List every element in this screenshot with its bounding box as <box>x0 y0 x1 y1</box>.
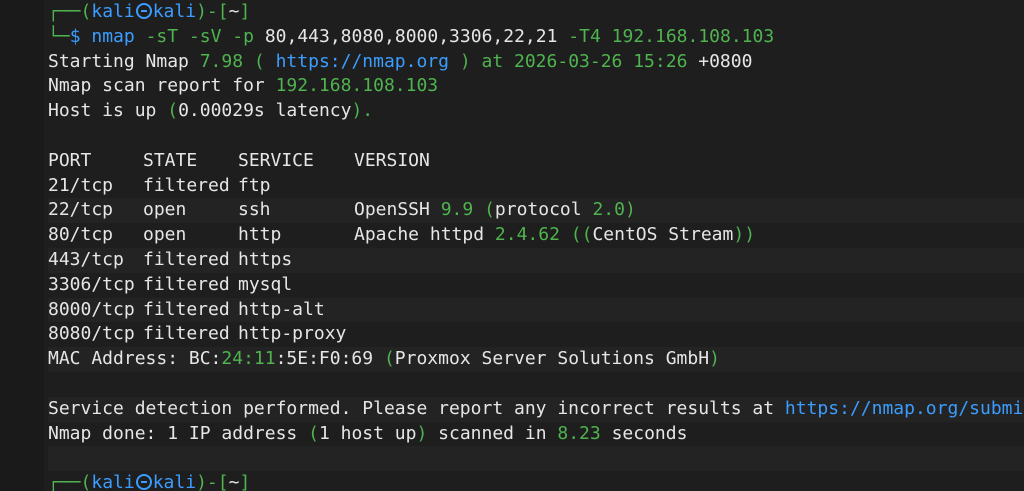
terminal-gutter <box>0 0 44 491</box>
kali-skull-icon <box>135 474 152 491</box>
table-row: 80/tcp open http Apache httpd 2.4.62 ((Cent… <box>48 223 1024 248</box>
service-cell: https <box>238 248 293 270</box>
command-arg: -sV <box>188 25 222 47</box>
table-row: 3306/tcp filtered mysql <box>48 273 1024 298</box>
port-cell: 8000/tcp <box>48 298 135 320</box>
nmap-version: 7.98 <box>199 50 244 72</box>
prompt-separator: )-[ <box>196 1 229 22</box>
header-version: VERSION <box>354 149 430 171</box>
prompt-host: kali <box>152 472 197 491</box>
state-cell: filtered <box>143 273 230 295</box>
version-cell: OpenSSH 9.9 (protocol 2.0) <box>354 199 636 221</box>
header-service: SERVICE <box>238 149 314 171</box>
kali-skull-icon <box>135 3 152 19</box>
output-starting-line: Starting Nmap 7.98 ( https://nmap.org ) … <box>48 50 753 72</box>
version-cell: Apache httpd 2.4.62 ((CentOS Stream)) <box>354 224 756 246</box>
state-cell: filtered <box>143 248 230 270</box>
scan-done-line: Nmap done: 1 IP address (1 host up) scan… <box>48 422 688 444</box>
header-state: STATE <box>143 149 198 171</box>
prompt-lead: └─ <box>48 25 70 47</box>
command-line[interactable]: └─$ nmap -sT -sV -p 80,443,8080,8000,330… <box>48 25 1024 50</box>
prompt-line-top: ┌──(kali kali)-[~] <box>48 0 1024 25</box>
terminal-window[interactable]: ┌──(kali kali)-[~] └─$ nmap -sT -sV -p 80… <box>0 0 1024 491</box>
table-row: 443/tcp filtered https <box>48 247 1024 273</box>
port-cell: 21/tcp <box>48 174 114 196</box>
table-row: 8000/tcp filtered http-alt <box>48 297 1024 323</box>
prompt-user: kali <box>91 472 135 491</box>
mac-vendor: Proxmox Server Solutions GmbH <box>394 348 710 370</box>
prompt-bracket-end: ] <box>239 1 251 22</box>
blank-line <box>48 446 1024 472</box>
service-cell: http-proxy <box>238 323 347 345</box>
prompt-directory: ~ <box>228 1 240 22</box>
prompt-dollar: $ <box>69 25 81 47</box>
service-cell: ftp <box>238 174 271 196</box>
nmap-url-link[interactable]: https://nmap.org <box>276 51 449 72</box>
command-arg: 80,443,8080,8000,3306,22,21 <box>264 25 558 47</box>
nmap-submit-link[interactable]: https://nmap.org/submit/ <box>785 398 1024 419</box>
prompt-corner: ┌──( <box>48 472 92 491</box>
command-arg: -sT <box>145 25 179 47</box>
command-arg: 192.168.108.103 <box>611 25 775 47</box>
mac-address-line: MAC Address: BC:24:11:5E:F0:69 (Proxmox … <box>48 347 1024 372</box>
latency-value: 0.00029s latency <box>178 100 352 122</box>
prompt-corner: ┌──( <box>48 1 92 22</box>
terminal-output: ┌──(kali kali)-[~] └─$ nmap -sT -sV -p 80… <box>48 0 1024 491</box>
table-row: 8080/tcp filtered http-proxy <box>48 322 1024 347</box>
service-cell: ssh <box>238 199 271 221</box>
service-cell: mysql <box>238 273 293 295</box>
prompt-separator: )-[ <box>196 472 229 491</box>
service-detection-line: Service detection performed. Please repo… <box>48 396 1024 422</box>
prompt-directory: ~ <box>228 472 240 491</box>
port-cell: 22/tcp <box>48 199 114 221</box>
state-cell: filtered <box>143 298 230 320</box>
prompt-bracket-end: ] <box>239 472 251 491</box>
port-cell: 80/tcp <box>48 224 114 246</box>
service-cell: http-alt <box>238 298 325 320</box>
command-arg: -p <box>232 25 254 47</box>
output-hostup-line: Host is up (0.00029s latency). <box>48 100 374 122</box>
table-row: 21/tcp filtered ftp <box>48 174 1024 199</box>
service-cell: http <box>238 224 282 246</box>
port-cell: 3306/tcp <box>48 273 135 295</box>
port-table-header: PORT STATE SERVICE VERSION <box>48 149 1024 174</box>
prompt-host: kali <box>152 1 197 22</box>
header-port: PORT <box>48 149 92 171</box>
scan-time: 15:26 <box>633 50 688 72</box>
port-cell: 8080/tcp <box>48 323 135 345</box>
target-ip: 192.168.108.103 <box>275 75 439 97</box>
output-report-line: Nmap scan report for 192.168.108.103 <box>48 75 439 97</box>
prompt-line-top-2: ┌──(kali kali)-[~] <box>48 471 1024 491</box>
state-cell: filtered <box>143 174 230 196</box>
table-row: 22/tcp open ssh OpenSSH 9.9 (protocol 2.0) <box>48 198 1024 224</box>
state-cell: open <box>143 224 187 246</box>
state-cell: filtered <box>143 323 230 345</box>
scan-duration: 8.23 <box>557 422 601 444</box>
command-arg: -T4 <box>568 25 601 47</box>
command-name: nmap <box>91 25 135 47</box>
state-cell: open <box>143 199 187 221</box>
prompt-user: kali <box>91 1 135 22</box>
port-cell: 443/tcp <box>48 248 124 270</box>
